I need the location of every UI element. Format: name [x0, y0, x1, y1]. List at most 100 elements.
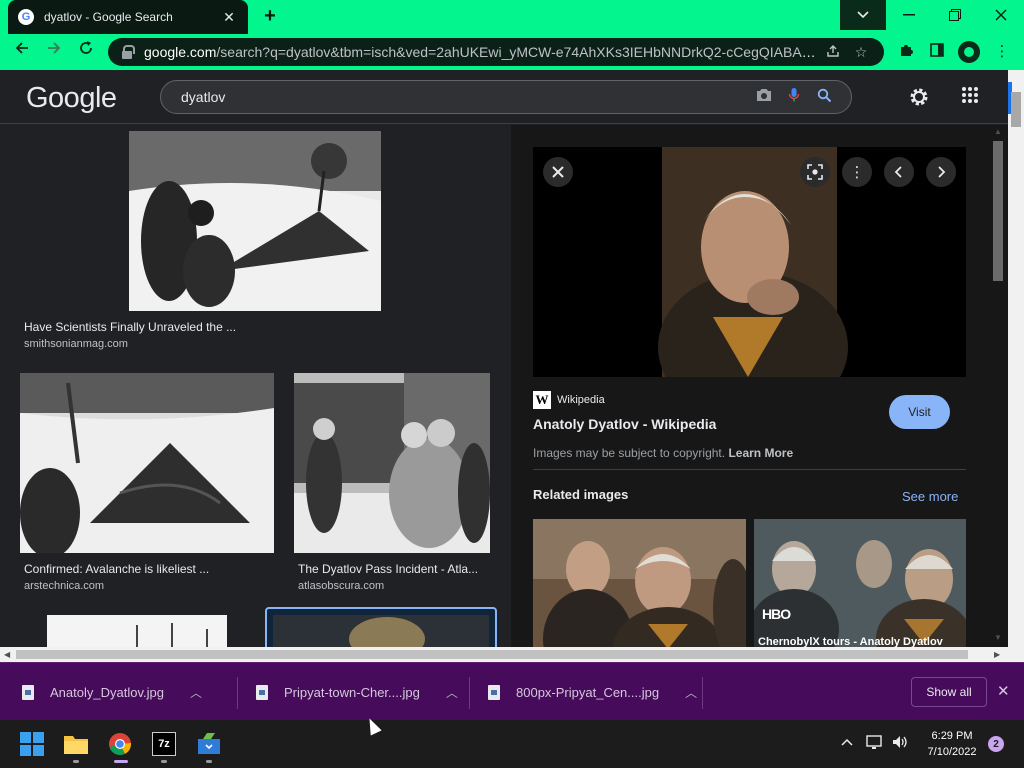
- close-icon: [995, 9, 1007, 21]
- divider: [533, 469, 966, 470]
- back-button[interactable]: [10, 40, 34, 64]
- image-result-5-selected[interactable]: [265, 607, 497, 647]
- minimize-button[interactable]: [886, 0, 932, 30]
- url-text[interactable]: google.com/search?q=dyatlov&tbm=isch&ved…: [144, 44, 816, 60]
- new-tab-button[interactable]: +: [258, 5, 282, 29]
- address-bar[interactable]: google.com/search?q=dyatlov&tbm=isch&ved…: [108, 38, 884, 66]
- scroll-right-icon[interactable]: ▶: [994, 650, 1000, 659]
- see-more-link[interactable]: See more: [902, 489, 958, 504]
- tab-close-icon[interactable]: ✕: [220, 9, 238, 26]
- horizontal-scrollbar[interactable]: ◀ ▶: [0, 647, 1008, 662]
- share-icon[interactable]: [822, 44, 844, 61]
- result-thumbnail[interactable]: [20, 373, 274, 553]
- reload-button[interactable]: [74, 40, 98, 64]
- download-filename: Anatoly_Dyatlov.jpg: [50, 684, 164, 700]
- close-download-bar-icon[interactable]: ✕: [997, 682, 1010, 700]
- result-caption[interactable]: Have Scientists Finally Unraveled the ..…: [24, 320, 236, 334]
- scroll-left-icon[interactable]: ◀: [4, 650, 10, 659]
- close-window-button[interactable]: [978, 0, 1024, 30]
- image-result-4-thumbnail[interactable]: [47, 615, 227, 647]
- app-installer-icon[interactable]: [195, 730, 223, 758]
- scroll-down-icon[interactable]: ▼: [994, 633, 1002, 642]
- search-box[interactable]: [160, 80, 852, 114]
- chevron-right-icon: [938, 166, 946, 178]
- close-preview-button[interactable]: [543, 157, 573, 187]
- arrow-right-icon: [48, 42, 61, 54]
- preview-source[interactable]: W Wikipedia: [533, 391, 605, 409]
- chevron-up-icon[interactable]: ︿: [446, 684, 458, 701]
- microphone-icon[interactable]: [779, 87, 809, 107]
- horizontal-scroll-thumb[interactable]: [16, 650, 968, 659]
- result-caption[interactable]: Confirmed: Avalanche is likeliest ...: [24, 562, 274, 576]
- next-image-button[interactable]: [926, 157, 956, 187]
- restore-button[interactable]: [932, 0, 978, 30]
- tab-title: dyatlov - Google Search: [44, 10, 173, 24]
- page-scroll-thumb[interactable]: [1011, 92, 1021, 127]
- panel-scroll-thumb[interactable]: [993, 141, 1003, 281]
- download-bar: Anatoly_Dyatlov.jpg ︿ Pripyat-town-Cher.…: [0, 662, 1024, 720]
- chevron-up-icon[interactable]: ︿: [190, 684, 202, 701]
- related-image-2[interactable]: HBO ChernobylX tours - Anatoly Dyatlov: [754, 519, 966, 647]
- result-source[interactable]: atlasobscura.com: [298, 580, 384, 592]
- related-image-1[interactable]: [533, 519, 746, 647]
- result-source[interactable]: smithsonianmag.com: [24, 338, 128, 350]
- start-menu-windows-icon[interactable]: [18, 730, 46, 758]
- profile-avatar-icon[interactable]: [958, 41, 980, 63]
- result-thumbnail[interactable]: [294, 373, 490, 553]
- notification-badge[interactable]: 2: [988, 736, 1004, 752]
- panel-scrollbar[interactable]: ▲ ▼: [989, 125, 1008, 647]
- download-item-1[interactable]: Anatoly_Dyatlov.jpg ︿: [22, 677, 202, 707]
- 7zip-icon[interactable]: 7z: [150, 730, 178, 758]
- browser-tab[interactable]: G dyatlov - Google Search ✕: [8, 0, 248, 34]
- result-thumbnail[interactable]: [129, 131, 381, 311]
- page-scrollbar[interactable]: [1008, 70, 1024, 662]
- download-filename: 800px-Pripyat_Cen....jpg: [516, 684, 660, 700]
- tab-search-button[interactable]: [840, 0, 886, 30]
- running-indicator: [206, 760, 212, 763]
- hbo-badge: HBO: [762, 606, 791, 622]
- chevron-up-icon[interactable]: ︿: [685, 684, 697, 701]
- system-clock[interactable]: 6:29 PM 7/10/2022: [920, 728, 984, 760]
- google-logo[interactable]: Google: [26, 82, 117, 115]
- volume-icon[interactable]: [891, 734, 909, 753]
- show-all-downloads-button[interactable]: Show all: [911, 677, 987, 707]
- file-explorer-icon[interactable]: [62, 730, 90, 758]
- settings-gear-icon[interactable]: [908, 86, 930, 108]
- divider: [702, 677, 703, 709]
- lens-search-button[interactable]: [800, 157, 830, 187]
- browser-menu-kebab-icon[interactable]: ⋮: [992, 42, 1012, 62]
- show-hidden-icons-chevron-up-icon[interactable]: [840, 734, 854, 750]
- extensions-puzzle-icon[interactable]: [896, 42, 916, 62]
- running-indicator: [161, 760, 167, 763]
- apps-grid-icon[interactable]: [959, 86, 981, 108]
- clock-time: 6:29 PM: [931, 730, 973, 742]
- close-icon: [552, 166, 564, 178]
- network-icon[interactable]: [866, 734, 884, 753]
- download-item-3[interactable]: 800px-Pripyat_Cen....jpg ︿: [488, 677, 697, 707]
- result-caption[interactable]: The Dyatlov Pass Incident - Atla...: [298, 562, 488, 576]
- windows-taskbar: 7z 6:29 PM 7/10/2022: [0, 720, 1024, 768]
- camera-search-icon[interactable]: [749, 88, 779, 106]
- screen: G dyatlov - Google Search ✕ + google.com…: [0, 0, 1024, 768]
- search-icon[interactable]: [809, 88, 839, 107]
- chrome-icon[interactable]: [106, 730, 134, 758]
- forward-button[interactable]: [42, 40, 66, 64]
- visit-button[interactable]: Visit: [889, 395, 950, 429]
- browser-tabbar: G dyatlov - Google Search ✕ +: [0, 0, 1024, 34]
- more-options-button[interactable]: ⋮: [842, 157, 872, 187]
- preview-panel: ⋮ W Wikipedia Anatoly Dyatlov - Wikipedi…: [511, 125, 989, 647]
- previous-image-button[interactable]: [884, 157, 914, 187]
- reload-icon: [80, 41, 92, 54]
- side-panel-icon[interactable]: [927, 42, 947, 62]
- lock-icon[interactable]: [120, 45, 135, 59]
- chevron-down-icon: [857, 11, 869, 19]
- result-source[interactable]: arstechnica.com: [24, 580, 104, 592]
- source-name: Wikipedia: [557, 394, 605, 406]
- scroll-up-icon[interactable]: ▲: [994, 127, 1002, 136]
- search-input[interactable]: [181, 89, 749, 105]
- learn-more-link[interactable]: Learn More: [728, 446, 793, 460]
- preview-title[interactable]: Anatoly Dyatlov - Wikipedia: [533, 416, 716, 432]
- bookmark-star-icon[interactable]: ☆: [850, 44, 872, 61]
- preview-image[interactable]: ⋮: [533, 147, 966, 377]
- download-item-2[interactable]: Pripyat-town-Cher....jpg ︿: [256, 677, 458, 707]
